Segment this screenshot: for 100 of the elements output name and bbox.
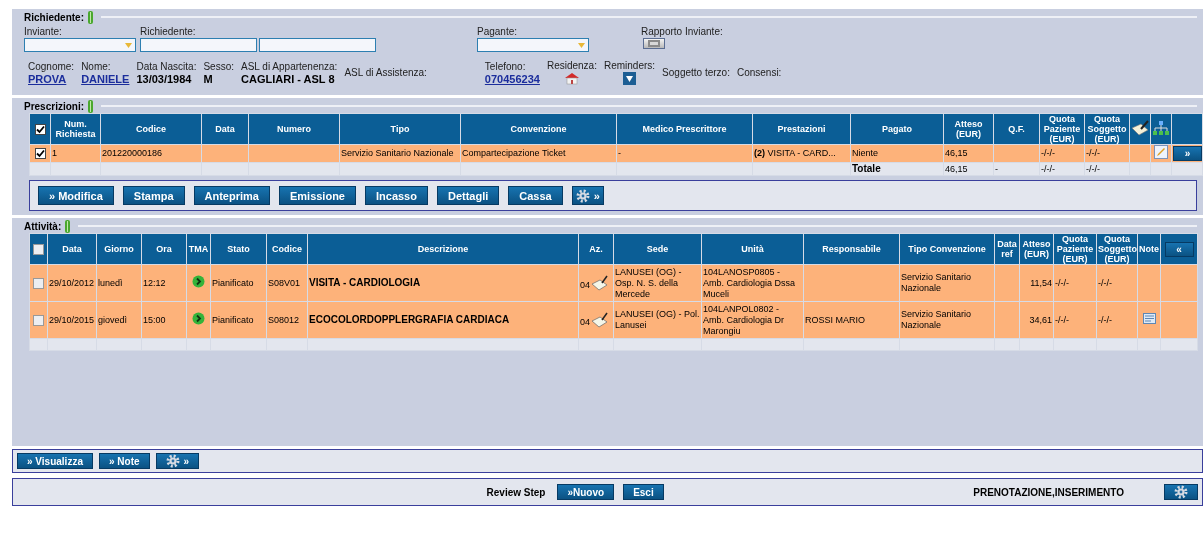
notepad-icon xyxy=(591,312,609,328)
column-header: Num. Richiesta xyxy=(50,113,101,145)
field-value: M xyxy=(203,72,213,85)
table-cell: - xyxy=(616,144,753,163)
checkbox[interactable] xyxy=(33,277,44,289)
toggle-icon xyxy=(88,10,93,24)
table-cell: 04 xyxy=(580,317,590,328)
action-button[interactable]: Incasso xyxy=(365,186,428,205)
column-header: TMA xyxy=(186,233,211,265)
table-cell: Niente xyxy=(850,144,944,163)
toggle-icon xyxy=(88,99,94,113)
section-title: Prescrizioni: xyxy=(24,100,85,112)
column-header: Sede xyxy=(613,233,702,265)
field-label: Consensi: xyxy=(736,67,782,78)
arrow-down-icon xyxy=(623,72,636,85)
check-icon xyxy=(35,124,45,134)
notepad-icon xyxy=(591,275,609,291)
table-cell: 11,54 xyxy=(1019,264,1054,302)
table-cell: LANUSEI (OG) - Osp. N. S. della Mercede xyxy=(613,264,702,302)
action-button[interactable]: Emissione xyxy=(278,186,356,205)
action-button[interactable]: Dettagli xyxy=(436,186,500,205)
document-icon xyxy=(1142,313,1156,324)
column-header: Medico Prescrittore xyxy=(616,113,753,145)
checkbox[interactable] xyxy=(33,314,44,326)
text-field[interactable] xyxy=(140,38,257,52)
column-header: Giorno xyxy=(96,233,142,265)
column-header: Note xyxy=(1137,233,1161,265)
field-label: Inviante: xyxy=(24,26,63,37)
column-header: Prestazioni xyxy=(752,113,851,145)
column-header: Atteso (EUR) xyxy=(943,113,994,145)
table-cell: -/-/- xyxy=(1039,144,1085,163)
table-cell: -/-/- xyxy=(1096,301,1138,339)
column-header: Stato xyxy=(210,233,267,265)
column-header: Quota Paziente (EUR) xyxy=(1039,113,1085,145)
action-button[interactable]: »Nuovo xyxy=(557,484,615,500)
column-header: Quota Soggetto (EUR) xyxy=(1084,113,1130,145)
mode-label: PRENOTAZIONE,INSERIMENTO xyxy=(973,486,1124,498)
table-cell: giovedì xyxy=(96,301,142,339)
gear-icon xyxy=(575,188,590,203)
table-cell: -/-/- xyxy=(1053,301,1097,339)
field-label: ASL di Assistenza: xyxy=(344,67,427,78)
table-cell: Servizio Sanitario Nazionale xyxy=(339,144,461,163)
column-header: Codice xyxy=(100,113,202,145)
column-header: Numero xyxy=(248,113,340,145)
table-cell: Servizio Sanitario Nazionale xyxy=(899,264,995,302)
action-button[interactable]: » Visualizza xyxy=(17,453,93,469)
dropdown[interactable] xyxy=(477,38,589,52)
checkbox[interactable] xyxy=(34,123,46,135)
edit-icon xyxy=(1154,145,1168,159)
table-cell: LANUSEI (OG) - Pol. Lanusei xyxy=(613,301,702,339)
action-button[interactable]: » Note xyxy=(98,453,150,469)
gear-icon xyxy=(1174,485,1188,499)
check-icon xyxy=(35,149,45,159)
card-icon xyxy=(648,40,660,47)
table-cell: 201220000186 xyxy=(100,144,202,163)
field-label: Nome: xyxy=(81,60,111,72)
toggle-icon xyxy=(65,219,71,233)
table-cell: -/-/- xyxy=(1084,162,1130,176)
table-cell: -/-/- xyxy=(1039,162,1085,176)
settings-button[interactable]: » xyxy=(571,186,604,205)
expand-button[interactable]: » xyxy=(1173,146,1202,161)
table-cell: lunedì xyxy=(96,264,142,302)
table-cell: Pianificato xyxy=(210,301,267,339)
checkbox[interactable] xyxy=(34,148,46,160)
table-cell: 1 xyxy=(50,144,101,163)
column-header: Data xyxy=(201,113,249,145)
field-label: Telefono: xyxy=(484,60,526,72)
column-header: Quota Paziente (EUR) xyxy=(1053,233,1097,265)
table-cell: 12:12 xyxy=(141,264,187,302)
settings-button[interactable] xyxy=(1164,484,1198,500)
action-button[interactable]: Anteprima xyxy=(193,186,270,205)
column-header: Atteso (EUR) xyxy=(1019,233,1054,265)
column-header: Unità xyxy=(701,233,804,265)
value-link[interactable]: DANIELE xyxy=(81,72,130,85)
table-cell: Compartecipazione Ticket xyxy=(460,144,617,163)
arrow-circle-icon xyxy=(192,312,205,325)
dropdown[interactable] xyxy=(24,38,136,52)
table-cell: VISITA - CARDIOLOGIA xyxy=(309,277,421,288)
column-header: Data xyxy=(47,233,97,265)
action-button[interactable]: Cassa xyxy=(508,186,563,205)
table-cell: Totale xyxy=(852,163,881,174)
table-cell: 34,61 xyxy=(1019,301,1054,339)
value-link[interactable]: PROVA xyxy=(28,72,67,85)
action-button[interactable]: Esci xyxy=(623,484,664,500)
field-label: Soggetto terzo: xyxy=(662,67,730,78)
arrow-circle-icon xyxy=(192,275,205,288)
action-button[interactable]: » Modifica xyxy=(38,186,114,205)
table-cell: 29/10/2012 xyxy=(47,264,97,302)
text-field[interactable] xyxy=(259,38,376,52)
value-link[interactable]: 070456234 xyxy=(484,72,540,85)
house-icon xyxy=(563,72,580,85)
collapse-button[interactable]: « xyxy=(1164,241,1194,257)
column-header: Data ref xyxy=(994,233,1020,265)
field-label: Sesso: xyxy=(203,60,235,72)
action-button[interactable]: Stampa xyxy=(122,186,185,205)
report-button[interactable] xyxy=(643,38,665,49)
table-cell: 46,15 xyxy=(943,162,994,176)
settings-button[interactable]: » xyxy=(155,453,200,469)
checkbox[interactable] xyxy=(33,243,44,255)
table-cell: -/-/- xyxy=(1084,144,1130,163)
